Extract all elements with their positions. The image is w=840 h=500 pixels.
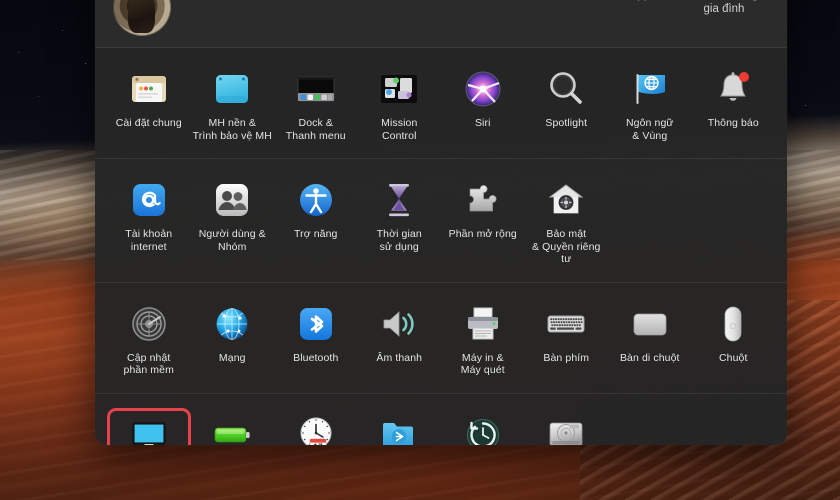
pref-language-region-label: Ngôn ngữ & Vùng — [626, 117, 674, 142]
pref-general[interactable]: Cài đặt chung — [107, 62, 191, 148]
pref-mouse[interactable]: Chuột — [692, 297, 776, 383]
pref-startup-disk[interactable]: Ổ đĩa Khởi động — [525, 408, 609, 446]
time-machine-icon — [460, 412, 506, 446]
accessibility-icon — [293, 177, 339, 223]
dock-menubar-icon — [293, 66, 339, 112]
pref-mission-control[interactable]: Mission Control — [358, 62, 442, 148]
pref-language-region[interactable]: Ngôn ngữ & Vùng — [608, 62, 692, 148]
users-groups-icon — [209, 177, 255, 223]
extensions-icon — [460, 177, 506, 223]
pref-desktop-screensaver-label: MH nền & Trình bảo vệ MH — [193, 117, 272, 142]
pref-security-privacy-label: Bảo mật & Quyền riêng tư — [527, 228, 607, 266]
section-hardware: Cập nhật phần mềm Mạng Bluetooth Âm than… — [95, 283, 787, 394]
displays-icon — [126, 412, 172, 446]
desktop-screensaver-icon — [209, 66, 255, 112]
user-avatar[interactable] — [113, 0, 171, 36]
pref-accessibility-label: Trợ năng — [294, 228, 337, 241]
section-accounts-row: Tài khoản internet Người dùng & Nhóm Trợ… — [95, 173, 787, 272]
siri-icon — [460, 66, 506, 112]
pref-date-time[interactable]: 17Ngày & Giờ — [274, 408, 358, 446]
bluetooth-icon — [293, 301, 339, 347]
family-sharing-link[interactable]: Chia sẻ trong gia đình — [685, 0, 763, 16]
notifications-icon — [710, 66, 756, 112]
pref-internet-accounts-label: Tài khoản internet — [125, 228, 172, 253]
section-system: Màn hình Pin 17Ngày & Giờ Chia sẻ Time M… — [95, 394, 787, 446]
apple-id-link[interactable]: ID Apple — [616, 0, 659, 2]
pref-network-label: Mạng — [219, 352, 246, 365]
pref-sound-label: Âm thanh — [376, 352, 422, 365]
pref-extensions-label: Phần mở rộng — [449, 228, 517, 241]
pref-mission-control-label: Mission Control — [381, 117, 417, 142]
pref-general-label: Cài đặt chung — [116, 117, 182, 130]
pref-spotlight-label: Spotlight — [545, 117, 587, 130]
pref-dock-menubar[interactable]: Dock & Thanh menu — [274, 62, 358, 148]
system-preferences-window: ID Apple, iCloud, Phương tiện & App Stor… — [95, 0, 787, 445]
security-privacy-icon — [543, 177, 589, 223]
section-personal: Cài đặt chung MH nền & Trình bảo vệ MH D… — [95, 48, 787, 159]
keyboard-icon — [543, 301, 589, 347]
pref-notifications[interactable]: Thông báo — [692, 62, 776, 148]
account-links: ID Apple Chia sẻ trong gia đình — [616, 0, 769, 16]
pref-time-machine[interactable]: Time Machine — [441, 408, 525, 446]
pref-software-update[interactable]: Cập nhật phần mềm — [107, 297, 191, 383]
section-hardware-row: Cập nhật phần mềm Mạng Bluetooth Âm than… — [95, 297, 787, 383]
pref-screen-time[interactable]: Thời gian sử dụng — [358, 173, 442, 272]
pref-notifications-label: Thông báo — [708, 117, 759, 130]
spotlight-icon — [543, 66, 589, 112]
pref-sharing[interactable]: Chia sẻ — [358, 408, 442, 446]
pref-bluetooth[interactable]: Bluetooth — [274, 297, 358, 383]
pref-sound[interactable]: Âm thanh — [358, 297, 442, 383]
pref-siri-label: Siri — [475, 117, 491, 130]
printers-scanners-icon — [460, 301, 506, 347]
section-personal-row: Cài đặt chung MH nền & Trình bảo vệ MH D… — [95, 62, 787, 148]
section-accounts: Tài khoản internet Người dùng & Nhóm Trợ… — [95, 159, 787, 283]
pref-software-update-label: Cập nhật phần mềm — [124, 352, 174, 377]
pref-battery[interactable]: Pin — [191, 408, 275, 446]
pref-users-groups[interactable]: Người dùng & Nhóm — [191, 173, 275, 272]
pref-trackpad-label: Bàn di chuột — [620, 352, 680, 365]
pref-spotlight[interactable]: Spotlight — [525, 62, 609, 148]
pref-screen-time-label: Thời gian sử dụng — [377, 228, 422, 253]
pref-extensions[interactable]: Phần mở rộng — [441, 173, 525, 272]
account-header: ID Apple, iCloud, Phương tiện & App Stor… — [95, 0, 787, 48]
trackpad-icon — [627, 301, 673, 347]
network-icon — [209, 301, 255, 347]
pref-printers-scanners-label: Máy in & Máy quét — [461, 352, 505, 377]
date-time-icon: 17 — [293, 412, 339, 446]
svg-text:17: 17 — [313, 441, 323, 445]
pref-mouse-label: Chuột — [719, 352, 748, 365]
pref-trackpad[interactable]: Bàn di chuột — [608, 297, 692, 383]
internet-accounts-icon — [126, 177, 172, 223]
sharing-icon — [376, 412, 422, 446]
pref-dock-menubar-label: Dock & Thanh menu — [286, 117, 346, 142]
language-region-icon — [627, 66, 673, 112]
pref-accessibility[interactable]: Trợ năng — [274, 173, 358, 272]
pref-keyboard[interactable]: Bàn phím — [525, 297, 609, 383]
section-system-row: Màn hình Pin 17Ngày & Giờ Chia sẻ Time M… — [95, 408, 787, 446]
pref-siri[interactable]: Siri — [441, 62, 525, 148]
pref-security-privacy[interactable]: Bảo mật & Quyền riêng tư — [525, 173, 609, 272]
software-update-icon — [126, 301, 172, 347]
battery-icon — [209, 412, 255, 446]
mission-control-icon — [376, 66, 422, 112]
screen-time-icon — [376, 177, 422, 223]
pref-printers-scanners[interactable]: Máy in & Máy quét — [441, 297, 525, 383]
startup-disk-icon — [543, 412, 589, 446]
pref-users-groups-label: Người dùng & Nhóm — [199, 228, 266, 253]
pref-keyboard-label: Bàn phím — [543, 352, 589, 365]
mouse-icon — [710, 301, 756, 347]
pref-bluetooth-label: Bluetooth — [293, 352, 338, 365]
pref-desktop-screensaver[interactable]: MH nền & Trình bảo vệ MH — [191, 62, 275, 148]
general-icon — [126, 66, 172, 112]
pref-displays[interactable]: Màn hình — [107, 408, 191, 446]
preferences-grid: Cài đặt chung MH nền & Trình bảo vệ MH D… — [95, 48, 787, 445]
sound-icon — [376, 301, 422, 347]
pref-internet-accounts[interactable]: Tài khoản internet — [107, 173, 191, 272]
pref-network[interactable]: Mạng — [191, 297, 275, 383]
